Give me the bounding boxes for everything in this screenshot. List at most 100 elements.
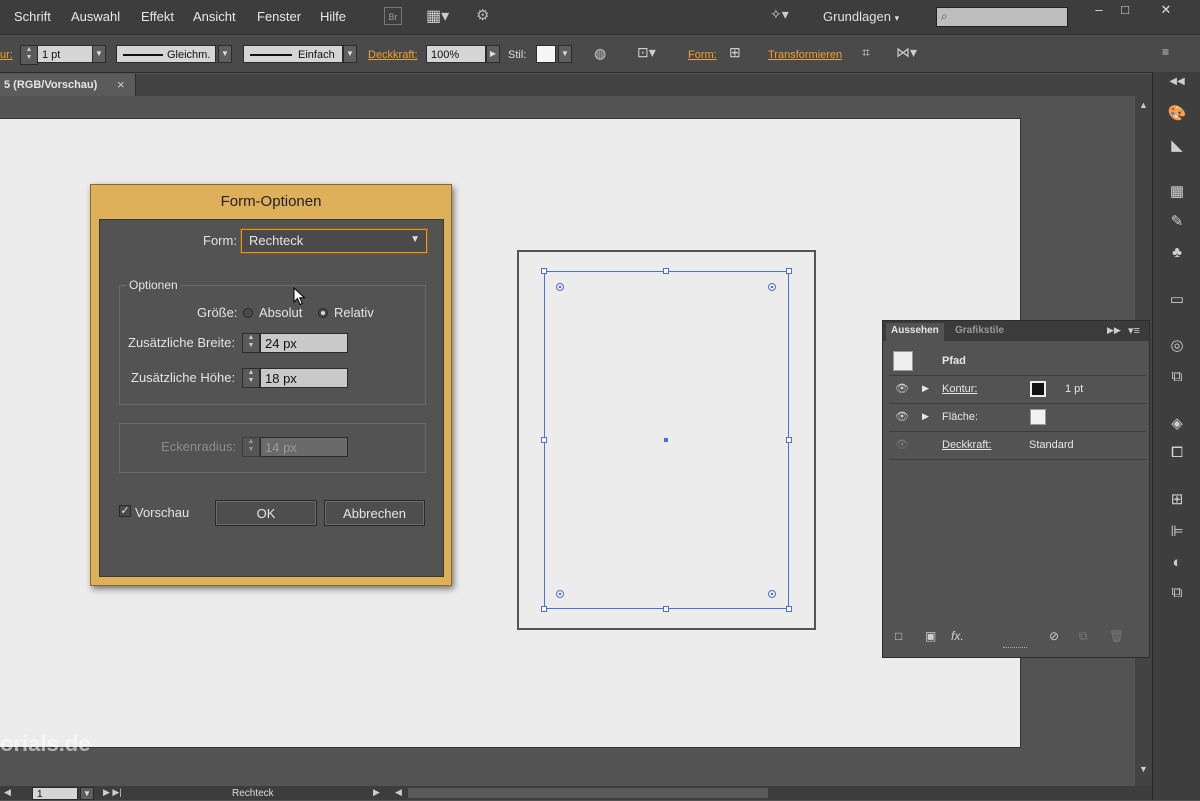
stroke-weight-stepper[interactable]: ▲ ▼ — [20, 45, 38, 65]
selection-handle[interactable] — [786, 606, 792, 612]
style-swatch[interactable] — [536, 45, 556, 63]
transform-icon[interactable]: ⊞ — [1166, 490, 1188, 510]
arrange-documents-icon[interactable]: ▦▾ — [426, 6, 449, 26]
preview-label[interactable]: Vorschau — [135, 505, 189, 520]
appearance-icon[interactable]: ◎ — [1166, 336, 1188, 356]
fill-label[interactable]: Fläche: — [942, 411, 978, 423]
stroke-label[interactable]: ur: — [0, 49, 13, 61]
style-dropdown[interactable]: ▼ — [558, 45, 572, 63]
align-icon[interactable]: ⊫ — [1166, 522, 1188, 542]
preview-checkbox[interactable]: ✓ — [119, 505, 131, 517]
first-artboard-icon[interactable]: ◀ — [4, 787, 11, 798]
visibility-eye-icon[interactable]: 👁 — [895, 410, 909, 423]
scroll-left-icon[interactable]: ◀ — [395, 787, 402, 798]
stroke-label[interactable]: Kontur: — [942, 383, 977, 395]
stroke-weight-field[interactable]: 1 pt — [37, 45, 93, 63]
brushes-icon[interactable]: ✎ — [1166, 212, 1188, 232]
corner-widget[interactable] — [556, 590, 564, 598]
selection-handle[interactable] — [541, 437, 547, 443]
next-artboard-icon[interactable]: ▶ ▶| — [103, 787, 122, 798]
stroke-weight[interactable]: 1 pt — [1065, 383, 1083, 395]
align-to-icon[interactable]: ⊡▾ — [637, 44, 656, 61]
visibility-eye-icon[interactable]: 👁 — [895, 382, 909, 395]
selection-handle[interactable] — [663, 268, 669, 274]
selection-handle[interactable] — [663, 606, 669, 612]
brush-dropdown[interactable]: ▼ — [343, 45, 357, 63]
transform-label[interactable]: Transformieren — [768, 49, 842, 61]
cancel-button[interactable]: Abbrechen — [324, 500, 425, 526]
stroke-weight-dropdown[interactable]: ▼ — [92, 45, 106, 63]
fill-row[interactable]: 👁 ▶ Fläche: — [889, 404, 1146, 432]
expand-arrow-icon[interactable]: ▶ — [922, 411, 929, 422]
gradient-icon[interactable]: ◣ — [1166, 136, 1188, 156]
opacity-field[interactable]: 100% — [426, 45, 486, 63]
add-fill-icon[interactable]: ▣ — [925, 629, 936, 643]
corner-widget[interactable] — [556, 283, 564, 291]
shape-options-icon[interactable]: ⊞ — [729, 44, 741, 61]
menu-auswahl[interactable]: Auswahl — [71, 9, 120, 24]
add-effect-icon[interactable]: fx. — [951, 629, 964, 643]
bridge-button[interactable]: Br — [384, 7, 402, 25]
tab-grafikstile[interactable]: Grafikstile — [955, 325, 1004, 336]
corner-widget[interactable] — [768, 283, 776, 291]
opacity-dropdown[interactable]: ▶ — [486, 45, 500, 63]
opacity-label[interactable]: Deckkraft: — [368, 49, 418, 61]
transparency-icon[interactable]: ▭ — [1166, 290, 1188, 310]
graphic-styles-icon[interactable]: ⧉ — [1166, 368, 1188, 388]
collapse-panel-icon[interactable]: ▶▶ — [1107, 325, 1121, 336]
stroke-swatch[interactable] — [1030, 381, 1046, 397]
corner-widget[interactable] — [768, 590, 776, 598]
menu-ansicht[interactable]: Ansicht — [193, 9, 236, 24]
selection-handle[interactable] — [786, 268, 792, 274]
menu-effekt[interactable]: Effekt — [141, 9, 174, 24]
add-stroke-icon[interactable]: □ — [895, 629, 902, 643]
variable-width-profile[interactable]: Gleichm. — [116, 45, 216, 63]
artboards-icon[interactable]: ⧠ — [1166, 444, 1188, 464]
extra-width-stepper[interactable]: ▲ ▼ — [242, 333, 260, 353]
gpu-performance-icon[interactable]: ⚙ — [476, 6, 489, 24]
clear-appearance-icon[interactable]: ⊘ — [1049, 629, 1059, 643]
selection-handle[interactable] — [541, 268, 547, 274]
fill-swatch[interactable] — [1030, 409, 1046, 425]
extra-width-field[interactable]: 24 px — [260, 333, 348, 353]
help-search-input[interactable]: ⌕ — [936, 7, 1068, 27]
horizontal-scrollbar[interactable] — [408, 788, 768, 798]
collapse-dock-icon[interactable]: ◀◀ — [1166, 76, 1188, 96]
panel-menu-icon[interactable]: ▾≡ — [1128, 324, 1140, 337]
tab-aussehen[interactable]: Aussehen — [891, 325, 939, 336]
menu-schrift[interactable]: Schrift — [14, 9, 51, 24]
size-absolute-radio[interactable] — [243, 308, 253, 318]
swatches-icon[interactable]: ▦ — [1166, 182, 1188, 202]
arrange-icon[interactable]: ⧉ — [1166, 584, 1188, 604]
extra-height-field[interactable]: 18 px — [260, 368, 348, 388]
scroll-down-icon[interactable]: ▼ — [1139, 764, 1148, 774]
size-relative-radio[interactable] — [318, 308, 328, 318]
make-mask-icon[interactable]: ⋈▾ — [896, 44, 917, 61]
size-absolute-label[interactable]: Absolut — [259, 305, 302, 320]
stroke-row[interactable]: 👁 ▶ Kontur: 1 pt — [889, 376, 1146, 404]
extra-height-stepper[interactable]: ▲ ▼ — [242, 368, 260, 388]
layers-icon[interactable]: ◈ — [1166, 414, 1188, 434]
menu-fenster[interactable]: Fenster — [257, 9, 301, 24]
brush-definition[interactable]: Einfach — [243, 45, 343, 63]
object-row[interactable]: Pfad — [889, 348, 1146, 376]
profile-dropdown[interactable]: ▼ — [218, 45, 232, 63]
shape-select[interactable]: Rechteck ▼ — [241, 229, 427, 253]
close-window-button[interactable]: ✕ — [1155, 2, 1177, 18]
panel-resize-grip[interactable] — [1003, 647, 1027, 648]
recolor-artwork-icon[interactable]: ◍ — [594, 45, 606, 62]
size-relative-label[interactable]: Relativ — [334, 305, 374, 320]
color-guide-icon[interactable]: 🎨 — [1166, 104, 1188, 124]
artboard-number-field[interactable]: 1 — [32, 787, 78, 800]
panel-menu-icon[interactable]: ≡ — [1162, 45, 1169, 59]
selection-handle[interactable] — [786, 437, 792, 443]
expand-arrow-icon[interactable]: ▶ — [922, 383, 929, 394]
maximize-button[interactable]: □ — [1114, 2, 1136, 18]
pathfinder-icon[interactable]: ◐ — [1166, 554, 1188, 574]
scroll-up-icon[interactable]: ▲ — [1139, 100, 1148, 110]
selection-handle[interactable] — [541, 606, 547, 612]
opacity-row[interactable]: 👁 Deckkraft: Standard — [889, 432, 1146, 460]
sync-settings-icon[interactable]: ✧▾ — [770, 6, 789, 23]
menu-hilfe[interactable]: Hilfe — [320, 9, 346, 24]
symbols-icon[interactable]: ♣ — [1166, 244, 1188, 264]
